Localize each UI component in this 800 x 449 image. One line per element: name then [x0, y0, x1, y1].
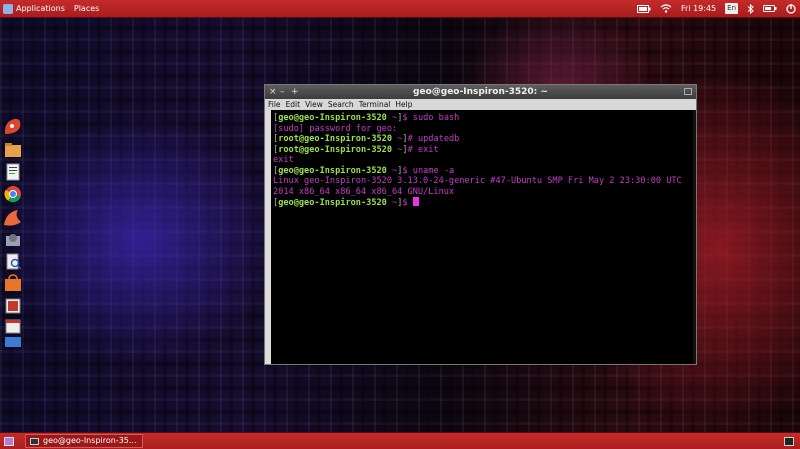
- terminal-line: [geo@geo-Inspiron-3520 ~]$ sudo bash: [273, 113, 692, 124]
- text-editor-icon[interactable]: [2, 162, 24, 182]
- show-desktop-icon[interactable]: [4, 437, 14, 446]
- clock[interactable]: Fri 19:45: [681, 0, 716, 17]
- terminal-line: [root@geo-Inspiron-3520 ~]# exit: [273, 145, 692, 156]
- terminal-output[interactable]: [geo@geo-Inspiron-3520 ~]$ sudo bash [sud…: [273, 113, 692, 208]
- output-text: Linux geo-Inspiron-3520 3.13.0-24-generi…: [273, 176, 682, 186]
- launcher: [0, 116, 26, 348]
- prompt-user: geo@geo-Inspiron-3520: [278, 198, 387, 208]
- prompt-user: geo@geo-Inspiron-3520: [278, 113, 387, 123]
- terminal-line: exit: [273, 155, 692, 166]
- menu-file[interactable]: File: [268, 99, 281, 110]
- battery-icon[interactable]: [637, 4, 651, 13]
- paint-icon[interactable]: [2, 116, 24, 136]
- desktop: Applications Places Fri 19:45 En × – + g…: [0, 0, 800, 449]
- system-menu-icon[interactable]: [786, 3, 796, 14]
- menu-view[interactable]: View: [305, 99, 323, 110]
- terminal-task-icon: [30, 437, 39, 445]
- prompt-user: root@geo-Inspiron-3520: [278, 134, 393, 144]
- menu-terminal[interactable]: Terminal: [359, 99, 391, 110]
- places-menu[interactable]: Places: [74, 0, 99, 17]
- files-icon[interactable]: [2, 140, 24, 160]
- terminal-body[interactable]: [geo@geo-Inspiron-3520 ~]$ sudo bash [sud…: [265, 110, 696, 364]
- document-viewer-icon[interactable]: [2, 252, 24, 272]
- chrome-icon[interactable]: [2, 184, 24, 204]
- prompt-command: sudo bash: [412, 113, 460, 123]
- workspace-switcher-icon[interactable]: [784, 437, 794, 446]
- bottom-panel: geo@geo-Inspiron-35...: [0, 432, 800, 449]
- terminal-window[interactable]: × – + geo@geo-Inspiron-3520: ~ File Edit…: [264, 84, 697, 365]
- restore-icon[interactable]: [684, 88, 692, 95]
- software-center-icon[interactable]: [2, 274, 24, 294]
- folder-icon[interactable]: [2, 332, 24, 352]
- terminal-line: [root@geo-Inspiron-3520 ~]# updatedb: [273, 134, 692, 145]
- prompt-command: exit: [417, 144, 439, 155]
- prompt-user: geo@geo-Inspiron-3520: [278, 165, 387, 176]
- bluetooth-icon[interactable]: [747, 3, 754, 14]
- terminal-icon[interactable]: [2, 296, 24, 316]
- ubuntu-tweak-icon[interactable]: [2, 208, 24, 228]
- prompt-user: root@geo-Inspiron-3520: [278, 144, 393, 155]
- output-text: 2014 x86_64 x86_64 x86_64 GNU/Linux: [273, 186, 455, 197]
- keyboard-layout-indicator[interactable]: En: [725, 3, 738, 14]
- volume-icon[interactable]: [763, 4, 777, 13]
- terminal-menubar: File Edit View Search Terminal Help: [265, 99, 696, 110]
- window-title: geo@geo-Inspiron-3520: ~: [413, 87, 548, 97]
- menu-search[interactable]: Search: [328, 99, 354, 110]
- wifi-icon[interactable]: [660, 4, 672, 13]
- settings-icon[interactable]: [2, 230, 24, 250]
- terminal-line: Linux geo-Inspiron-3520 3.13.0-24-generi…: [273, 176, 692, 187]
- terminal-scrollbar[interactable]: [693, 110, 696, 364]
- terminal-line: [sudo] password for geo:: [273, 124, 692, 135]
- applications-menu-icon[interactable]: [3, 3, 13, 14]
- top-panel: Applications Places Fri 19:45 En: [0, 0, 800, 18]
- taskbar-window-button[interactable]: geo@geo-Inspiron-35...: [25, 434, 143, 448]
- menu-edit[interactable]: Edit: [286, 99, 301, 110]
- text-cursor: [412, 197, 419, 206]
- applications-menu[interactable]: Applications: [16, 0, 65, 17]
- terminal-line: 2014 x86_64 x86_64 x86_64 GNU/Linux: [273, 187, 692, 198]
- terminal-titlebar[interactable]: × – + geo@geo-Inspiron-3520: ~: [265, 85, 696, 99]
- output-text: exit: [273, 155, 294, 165]
- taskbar-window-label: geo@geo-Inspiron-35...: [43, 436, 137, 445]
- output-text: [sudo] password for geo:: [273, 123, 398, 134]
- terminal-line: [geo@geo-Inspiron-3520 ~]$ uname -a: [273, 166, 692, 177]
- terminal-gutter: [265, 110, 271, 364]
- prompt-command: uname -a: [412, 165, 455, 176]
- menu-help[interactable]: Help: [395, 99, 412, 110]
- prompt-command: updatedb: [417, 134, 460, 144]
- terminal-line: [geo@geo-Inspiron-3520 ~]$: [273, 197, 692, 208]
